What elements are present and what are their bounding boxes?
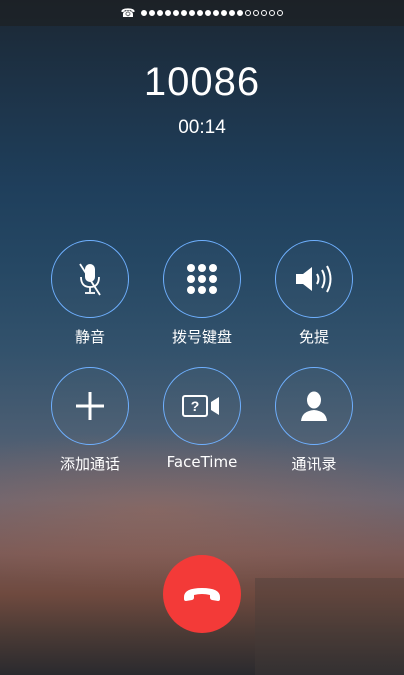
signal-dot bbox=[213, 10, 220, 16]
hang-up-icon bbox=[184, 588, 220, 601]
contact-person-icon bbox=[301, 391, 327, 421]
signal-dot bbox=[261, 10, 268, 16]
plus-icon bbox=[76, 392, 104, 420]
contacts-button-circle[interactable] bbox=[275, 367, 353, 445]
background-patch bbox=[255, 578, 404, 675]
signal-dot bbox=[157, 10, 164, 16]
status-bar: ☎ bbox=[0, 0, 404, 26]
keypad-button-circle[interactable] bbox=[163, 240, 241, 318]
signal-dot bbox=[269, 10, 276, 16]
mute-label: 静音 bbox=[74, 328, 105, 346]
signal-dot bbox=[237, 10, 244, 16]
signal-dots bbox=[141, 10, 284, 16]
mute-button-circle[interactable] bbox=[51, 240, 129, 318]
call-duration: 00:14 bbox=[178, 117, 226, 138]
signal-dot bbox=[149, 10, 156, 16]
signal-dot bbox=[165, 10, 172, 16]
call-screen: ☎ 10086 00:14 静音 拨号键盘 免提 添加通话 ? FaceTime… bbox=[0, 0, 404, 675]
signal-dot bbox=[229, 10, 236, 16]
end-call-button[interactable] bbox=[163, 555, 241, 633]
signal-dot bbox=[205, 10, 212, 16]
add-call-button[interactable]: 添加通话 bbox=[34, 367, 146, 474]
speaker-button[interactable]: 免提 bbox=[258, 240, 370, 347]
signal-dot bbox=[245, 10, 252, 16]
speaker-button-circle[interactable] bbox=[275, 240, 353, 318]
keypad-button[interactable]: 拨号键盘 bbox=[146, 240, 258, 347]
facetime-icon: ? bbox=[182, 395, 219, 417]
speaker-label: 免提 bbox=[298, 328, 329, 346]
svg-text:?: ? bbox=[191, 398, 200, 414]
phone-handset-icon: ☎ bbox=[120, 6, 136, 20]
facetime-button[interactable]: ? FaceTime bbox=[146, 367, 258, 474]
keypad-icon bbox=[187, 264, 217, 294]
signal-dot bbox=[221, 10, 228, 16]
keypad-label: 拨号键盘 bbox=[171, 328, 232, 346]
facetime-button-circle[interactable]: ? bbox=[163, 367, 241, 445]
signal-dot bbox=[277, 10, 284, 16]
contacts-button[interactable]: 通讯录 bbox=[258, 367, 370, 474]
signal-dot bbox=[141, 10, 148, 16]
signal-dot bbox=[173, 10, 180, 16]
mute-button[interactable]: 静音 bbox=[34, 240, 146, 347]
call-controls: 静音 拨号键盘 免提 添加通话 ? FaceTime 通讯录 bbox=[34, 240, 370, 474]
add-call-label: 添加通话 bbox=[59, 455, 120, 473]
microphone-muted-icon bbox=[79, 263, 101, 296]
contacts-label: 通讯录 bbox=[291, 455, 337, 473]
facetime-label: FaceTime bbox=[166, 453, 238, 471]
call-number: 10086 bbox=[143, 60, 261, 104]
signal-dot bbox=[189, 10, 196, 16]
signal-dot bbox=[181, 10, 188, 16]
add-call-button-circle[interactable] bbox=[51, 367, 129, 445]
speaker-icon bbox=[296, 265, 332, 293]
signal-dot bbox=[197, 10, 204, 16]
signal-dot bbox=[253, 10, 260, 16]
